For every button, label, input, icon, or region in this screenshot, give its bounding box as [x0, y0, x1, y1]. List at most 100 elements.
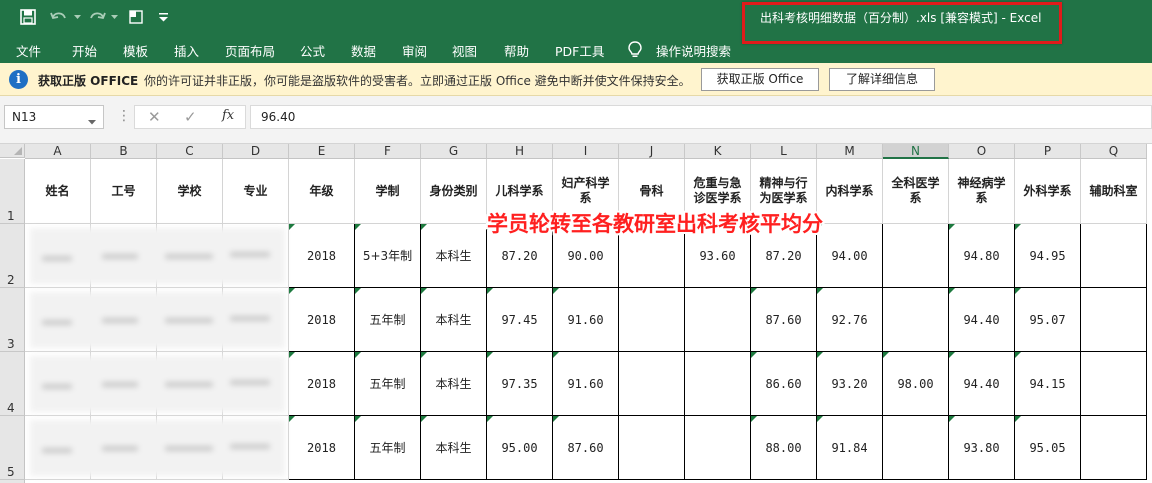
tab-file[interactable]: 文件	[16, 41, 41, 60]
tab-review[interactable]: 审阅	[402, 41, 427, 60]
table-cell[interactable]: 97.45	[487, 288, 553, 352]
tab-formulas[interactable]: 公式	[300, 41, 325, 60]
undo-dropdown-icon[interactable]	[72, 7, 82, 27]
column-header-e[interactable]: E	[289, 144, 355, 159]
tab-home[interactable]: 开始	[72, 41, 97, 60]
table-cell[interactable]	[1081, 352, 1147, 416]
column-header-n[interactable]: N	[883, 144, 949, 159]
column-header-f[interactable]: F	[355, 144, 421, 159]
row-header-3[interactable]: 3	[0, 288, 25, 352]
row-header-4[interactable]: 4	[0, 352, 25, 416]
learn-more-button[interactable]: 了解详细信息	[829, 68, 935, 91]
header-cell[interactable]: 身份类别	[421, 159, 487, 224]
table-cell[interactable]	[883, 288, 949, 352]
table-cell[interactable]: 五年制	[355, 416, 421, 480]
row-header-1[interactable]: 1	[0, 159, 25, 224]
header-cell[interactable]: 外科学系	[1015, 159, 1081, 224]
chevron-down-icon[interactable]	[88, 114, 96, 128]
table-cell[interactable]: 91.60	[553, 352, 619, 416]
column-header-l[interactable]: L	[751, 144, 817, 159]
table-cell[interactable]: 94.95	[1015, 224, 1081, 288]
column-header-i[interactable]: I	[553, 144, 619, 159]
header-cell[interactable]: 辅助科室	[1081, 159, 1147, 224]
header-cell[interactable]: 专业	[223, 159, 289, 224]
table-cell[interactable]: 2018	[289, 288, 355, 352]
redo-dropdown-icon[interactable]	[109, 7, 119, 27]
column-header-m[interactable]: M	[817, 144, 883, 159]
table-cell[interactable]: 5+3年制	[355, 224, 421, 288]
undo-icon[interactable]	[48, 7, 70, 27]
column-header-j[interactable]: J	[619, 144, 685, 159]
header-cell[interactable]: 学校	[157, 159, 223, 224]
header-cell[interactable]: 全科医学系	[883, 159, 949, 224]
table-cell[interactable]	[1081, 224, 1147, 288]
column-header-b[interactable]: B	[91, 144, 157, 159]
customize-icon[interactable]	[156, 7, 170, 27]
tab-page-layout[interactable]: 页面布局	[225, 41, 275, 60]
table-cell[interactable]	[619, 288, 685, 352]
tab-view[interactable]: 视图	[452, 41, 477, 60]
table-cell[interactable]: 95.07	[1015, 288, 1081, 352]
table-cell[interactable]: 97.35	[487, 352, 553, 416]
worksheet-grid[interactable]: A B C D E F G H I J K L M N O P Q 1 2 3 4 5 姓名 工号 学校 专业 年级 学制 身份类别 儿科…	[0, 144, 1152, 483]
table-cell[interactable]	[1081, 288, 1147, 352]
table-cell[interactable]: 94.00	[817, 224, 883, 288]
tell-me-search[interactable]: 操作说明搜索	[656, 41, 731, 60]
tab-template[interactable]: 模板	[123, 41, 148, 60]
column-header-g[interactable]: G	[421, 144, 487, 159]
table-cell[interactable]: 87.60	[553, 416, 619, 480]
table-cell[interactable]: 五年制	[355, 288, 421, 352]
row-header-5[interactable]: 5	[0, 416, 25, 480]
table-cell[interactable]: 93.20	[817, 352, 883, 416]
table-cell[interactable]: 86.60	[751, 352, 817, 416]
table-cell[interactable]: 88.00	[751, 416, 817, 480]
select-all-button[interactable]	[0, 144, 25, 158]
column-header-h[interactable]: H	[487, 144, 553, 159]
tab-data[interactable]: 数据	[351, 41, 376, 60]
enter-icon[interactable]: ✓	[184, 108, 197, 126]
table-cell[interactable]: 94.40	[949, 352, 1015, 416]
table-cell[interactable]: 94.80	[949, 224, 1015, 288]
table-cell[interactable]: 本科生	[421, 352, 487, 416]
table-cell[interactable]: 本科生	[421, 288, 487, 352]
table-cell[interactable]: 93.80	[949, 416, 1015, 480]
tab-insert[interactable]: 插入	[174, 41, 199, 60]
table-cell[interactable]: 95.00	[487, 416, 553, 480]
header-cell[interactable]: 神经病学系	[949, 159, 1015, 224]
tab-pdf-tools[interactable]: PDF工具	[555, 41, 604, 60]
table-cell[interactable]	[883, 224, 949, 288]
header-cell[interactable]: 姓名	[25, 159, 91, 224]
table-cell[interactable]: 94.15	[1015, 352, 1081, 416]
redo-icon[interactable]	[86, 7, 108, 27]
column-header-c[interactable]: C	[157, 144, 223, 159]
drag-handle-icon[interactable]: ⋮	[117, 108, 131, 124]
touch-mode-icon[interactable]	[126, 7, 146, 27]
table-cell[interactable]	[685, 352, 751, 416]
table-cell[interactable]: 2018	[289, 224, 355, 288]
column-header-d[interactable]: D	[223, 144, 289, 159]
table-cell[interactable]: 本科生	[421, 224, 487, 288]
column-header-a[interactable]: A	[25, 144, 91, 159]
table-cell[interactable]: 91.84	[817, 416, 883, 480]
table-cell[interactable]: 95.05	[1015, 416, 1081, 480]
row-header-2[interactable]: 2	[0, 224, 25, 288]
table-cell[interactable]: 本科生	[421, 416, 487, 480]
cancel-icon[interactable]: ✕	[148, 108, 161, 126]
save-icon[interactable]	[18, 7, 38, 27]
table-cell[interactable]: 2018	[289, 416, 355, 480]
table-cell[interactable]: 五年制	[355, 352, 421, 416]
column-header-o[interactable]: O	[949, 144, 1015, 159]
column-header-k[interactable]: K	[685, 144, 751, 159]
table-cell[interactable]: 94.40	[949, 288, 1015, 352]
table-cell[interactable]	[619, 352, 685, 416]
table-cell[interactable]: 87.60	[751, 288, 817, 352]
header-cell[interactable]: 内科学系	[817, 159, 883, 224]
header-cell[interactable]: 年级	[289, 159, 355, 224]
table-cell[interactable]	[619, 416, 685, 480]
get-genuine-office-button[interactable]: 获取正版 Office	[701, 68, 819, 91]
table-cell[interactable]	[685, 416, 751, 480]
table-cell[interactable]: 2018	[289, 352, 355, 416]
table-cell[interactable]: 98.00	[883, 352, 949, 416]
insert-function-icon[interactable]: fx	[222, 108, 234, 123]
table-cell[interactable]	[1081, 416, 1147, 480]
